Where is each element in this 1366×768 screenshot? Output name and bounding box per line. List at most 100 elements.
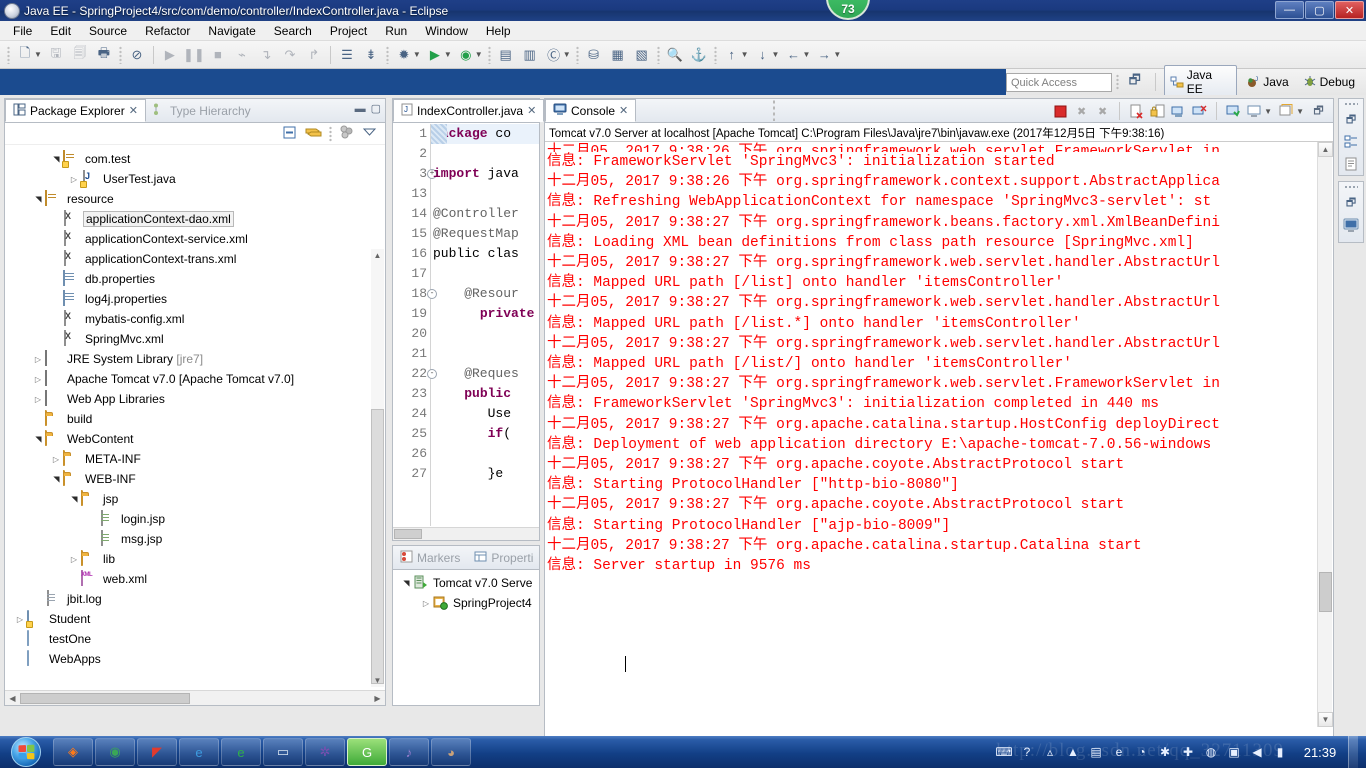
open-type-icon[interactable]: ☰: [336, 44, 358, 66]
show-hidden-icons[interactable]: ▵: [1042, 744, 1058, 760]
windows-taskbar[interactable]: ◈ ◉ ◤ e e ▭ ✲ G ♪ ◕ http://blog.csdn.net/qq_32711…: [0, 736, 1366, 768]
new-wizard-icon[interactable]: 🗋: [14, 44, 36, 66]
taskbar-item-browser-green[interactable]: e: [221, 738, 261, 766]
server-row[interactable]: ▷ SpringProject4: [393, 593, 539, 613]
console-scroll-up-icon[interactable]: ▲: [1318, 142, 1333, 157]
close-button[interactable]: ✕: [1335, 1, 1364, 19]
tree-item[interactable]: ▷ lib: [5, 549, 385, 569]
tree-item[interactable]: ▷ JRE System Library [jre7]: [5, 349, 385, 369]
console-menu-dropdown-icon[interactable]: ▼: [1296, 107, 1304, 116]
main-toolbar[interactable]: 🗋 ▼ 🖫 🗐 🖶 ⊘ ▶ ❚❚ ■ ⌁ ↴ ↷ ↱ ☰ ⇟ ✹ ▼ ▶ ▼ ◉…: [0, 41, 1366, 69]
suspend-icon[interactable]: ❚❚: [183, 44, 205, 66]
pin-console-icon[interactable]: [1170, 103, 1187, 120]
fastview-bar-top[interactable]: 🗗: [1338, 98, 1364, 176]
tree-item[interactable]: WebApps: [5, 649, 385, 669]
tree-item[interactable]: msg.jsp: [5, 529, 385, 549]
tree-item[interactable]: ▷ Web App Libraries: [5, 389, 385, 409]
package-explorer-vscrollbar[interactable]: ▲ ▼: [371, 249, 384, 687]
start-button[interactable]: [0, 736, 52, 768]
quick-access-bar[interactable]: Quick Access 🗗 Java EE J Java Debug: [1005, 65, 1366, 99]
red-triangle-icon[interactable]: ▲: [1065, 744, 1081, 760]
package-explorer-view-controls[interactable]: ▬ ▢: [355, 102, 381, 116]
taskbar-item-chrome[interactable]: ◉: [95, 738, 135, 766]
minimize-view-icon[interactable]: ▬: [355, 103, 366, 115]
tree-item[interactable]: ▷ Student: [5, 609, 385, 629]
editor-code-line[interactable]: [431, 444, 539, 464]
vscroll-thumb[interactable]: [371, 409, 384, 684]
scroll-left-arrow-icon[interactable]: ◀: [6, 692, 19, 704]
new-class-icon[interactable]: Ⓒ: [543, 44, 565, 66]
console-view-dropdown-icon[interactable]: ▼: [1264, 107, 1272, 116]
tab-console[interactable]: Console ✕: [545, 99, 637, 122]
network-signal-icon[interactable]: ▮: [1272, 744, 1288, 760]
scroll-down-arrow-icon[interactable]: ▼: [371, 674, 384, 687]
ie-tray-icon[interactable]: e: [1111, 744, 1127, 760]
toggle-breakpoint-icon[interactable]: ⊘: [126, 44, 148, 66]
taskbar-items[interactable]: ◈ ◉ ◤ e e ▭ ✲ G ♪ ◕: [52, 738, 472, 766]
servers-view-tabs[interactable]: Markers Properti: [393, 546, 539, 570]
clipboard-icon[interactable]: ▣: [1226, 744, 1242, 760]
fastview-bar-bottom[interactable]: 🗗: [1338, 181, 1364, 243]
package-explorer-tabs[interactable]: Package Explorer ✕ Type Hierarchy ▬ ▢: [5, 99, 385, 123]
package-explorer-toolbar[interactable]: [5, 123, 385, 145]
scroll-lock-icon[interactable]: [1149, 103, 1166, 120]
tree-item[interactable]: ◢ resource: [5, 189, 385, 209]
view-menu-icon[interactable]: [362, 126, 377, 141]
server-row[interactable]: ◢ Tomcat v7.0 Serve: [393, 573, 539, 593]
tab-package-explorer[interactable]: Package Explorer ✕: [5, 99, 146, 122]
perspective-java-ee[interactable]: Java EE: [1163, 65, 1238, 99]
volume-icon[interactable]: ◀: [1249, 744, 1265, 760]
editor-code-area[interactable]: package co import java @Controller @Request…: [431, 124, 539, 526]
tab-properties[interactable]: Properti: [467, 546, 540, 569]
keyboard-icon[interactable]: ⌨: [995, 744, 1012, 760]
taskbar-item-eclipse[interactable]: G: [347, 738, 387, 766]
menu-item-navigate[interactable]: Navigate: [199, 22, 264, 40]
tab-markers[interactable]: Markers: [393, 546, 467, 569]
save-all-icon[interactable]: 🗐: [69, 44, 91, 66]
console-vscroll-thumb[interactable]: [1319, 572, 1332, 612]
tree-expand-arrow-closed-icon[interactable]: ▷: [67, 555, 81, 564]
taskbar-item-settings-app[interactable]: ✲: [305, 738, 345, 766]
project-tree[interactable]: ◢ com.test ▷ UserTest.java ◢ resource applicat…: [5, 146, 385, 683]
menu-item-refactor[interactable]: Refactor: [136, 22, 199, 40]
maximize-button[interactable]: ▢: [1305, 1, 1334, 19]
tree-expand-arrow-closed-icon[interactable]: ▷: [419, 599, 433, 608]
color-wheel-icon[interactable]: ◔: [1134, 744, 1150, 760]
tree-item[interactable]: ◢ WEB-INF: [5, 469, 385, 489]
menu-item-project[interactable]: Project: [321, 22, 376, 40]
maximize-view-icon[interactable]: ▢: [371, 102, 381, 115]
editor-code-line[interactable]: [431, 344, 539, 364]
new-java-project-icon[interactable]: ▤: [495, 44, 517, 66]
menu-item-edit[interactable]: Edit: [41, 22, 80, 40]
taskbar-item-internet-explorer[interactable]: e: [179, 738, 219, 766]
menu-bar[interactable]: File Edit Source Refactor Navigate Searc…: [0, 21, 1366, 41]
tree-expand-arrow-closed-icon[interactable]: ▷: [13, 615, 27, 624]
tab-type-hierarchy[interactable]: Type Hierarchy: [146, 99, 258, 122]
step-over-icon[interactable]: ↷: [279, 44, 301, 66]
next-annotation-icon[interactable]: ↓: [752, 44, 774, 66]
tree-expand-arrow-open-icon[interactable]: ◢: [52, 472, 61, 486]
tree-expand-arrow-closed-icon[interactable]: ▷: [31, 395, 45, 404]
tree-item[interactable]: db.properties: [5, 269, 385, 289]
run-external-icon[interactable]: ◉: [455, 44, 477, 66]
tree-item[interactable]: testOne: [5, 629, 385, 649]
new-web-icon[interactable]: ▧: [631, 44, 653, 66]
new-ejb-icon[interactable]: ▦: [607, 44, 629, 66]
tree-expand-arrow-closed-icon[interactable]: ▷: [31, 355, 45, 364]
tree-item[interactable]: ◢ jsp: [5, 489, 385, 509]
taskbar-clock[interactable]: 21:39: [1299, 745, 1341, 760]
servers-list[interactable]: ◢ Tomcat v7.0 Serve ▷ SpringProject4: [393, 573, 539, 705]
editor-code-line[interactable]: @Controller: [431, 204, 539, 224]
remove-all-launches-icon[interactable]: ✖: [1094, 103, 1111, 120]
tree-expand-arrow-open-icon[interactable]: ◢: [34, 432, 43, 446]
tree-item[interactable]: ▷ META-INF: [5, 449, 385, 469]
tab-index-controller[interactable]: J IndexController.java ✕: [393, 99, 545, 122]
bluetooth-icon[interactable]: ✱: [1157, 744, 1173, 760]
editor-code-line[interactable]: public clas: [431, 244, 539, 264]
quick-access-input[interactable]: Quick Access: [1005, 72, 1112, 92]
editor-code-line[interactable]: import java: [431, 164, 539, 184]
tree-expand-arrow-closed-icon[interactable]: ▷: [49, 455, 63, 464]
link-icon[interactable]: ⚓: [688, 44, 710, 66]
editor-code-line[interactable]: [431, 184, 539, 204]
menu-item-source[interactable]: Source: [80, 22, 136, 40]
